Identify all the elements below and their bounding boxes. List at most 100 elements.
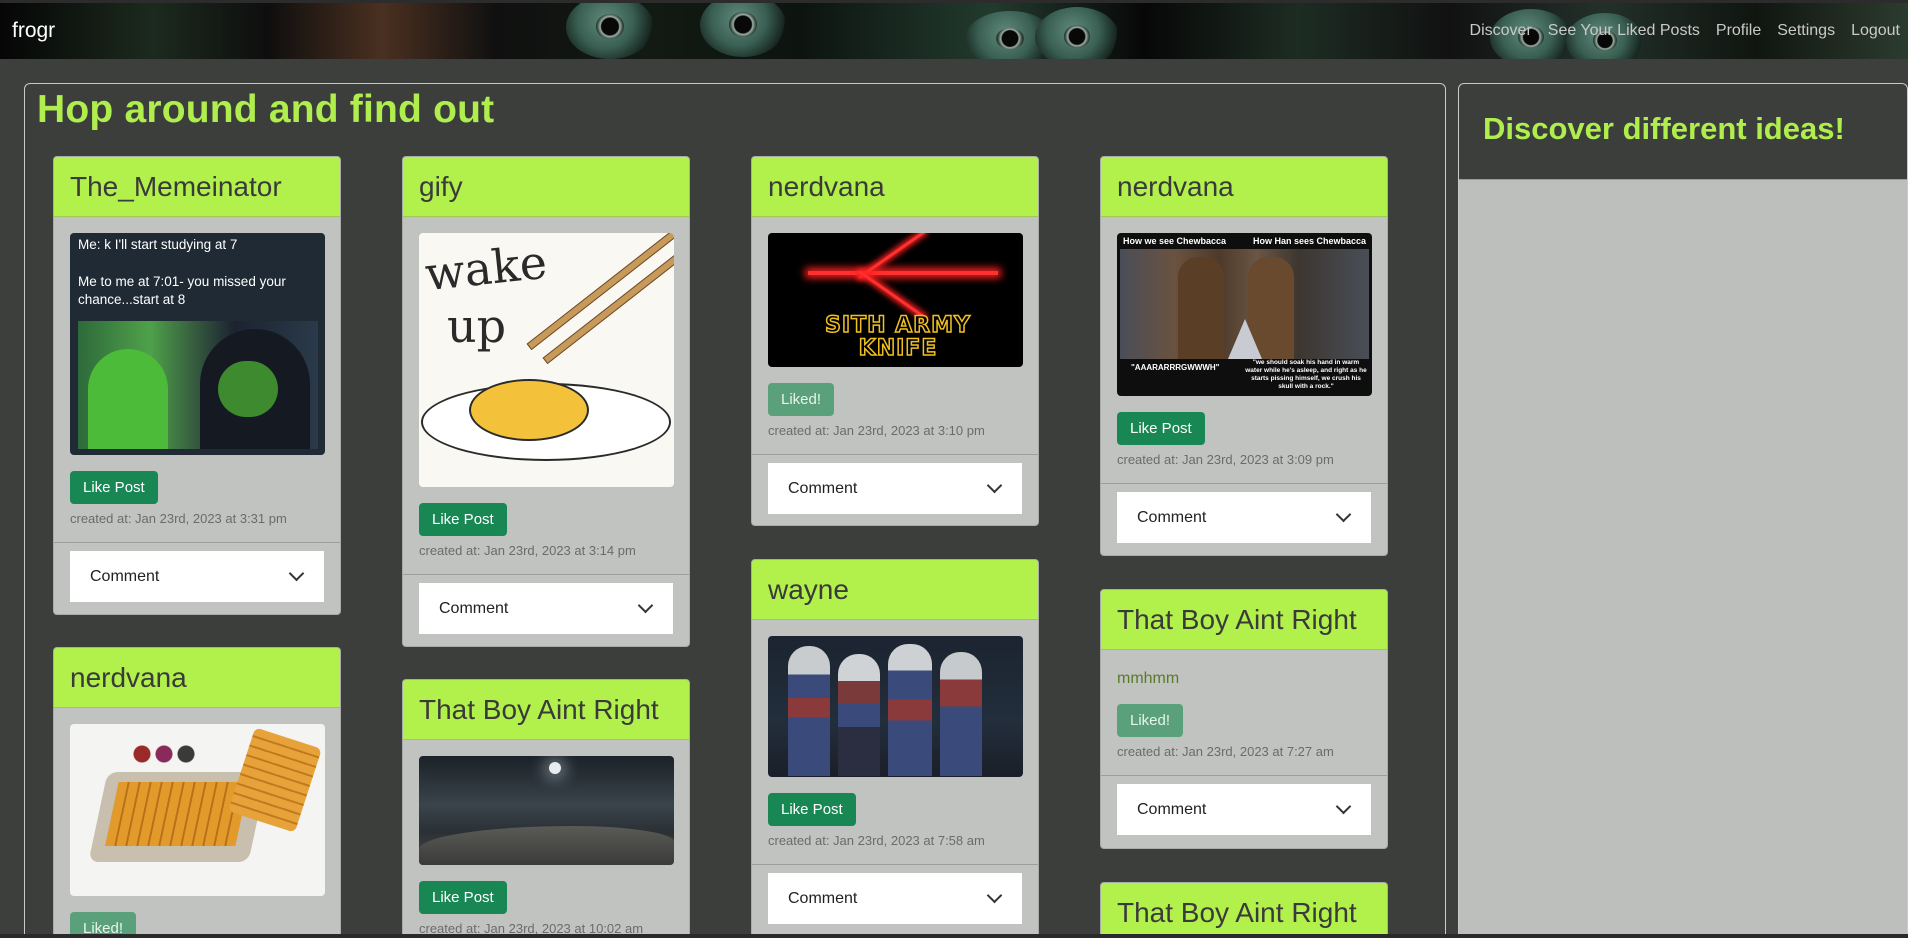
post-card: That Boy Aint Right [1100, 882, 1388, 938]
kermit-figure [88, 349, 168, 449]
comment-dropdown[interactable]: Comment [70, 551, 324, 602]
post-card: nerdvana Liked! [53, 647, 341, 938]
comment-dropdown[interactable]: Comment [1117, 492, 1371, 543]
chevron-down-icon [1335, 513, 1351, 523]
brand-logo[interactable]: frogr [12, 19, 55, 43]
post-card: That Boy Aint Right mmhmm Liked! created… [1100, 589, 1388, 849]
post-username: That Boy Aint Right [1101, 883, 1387, 938]
moon [549, 762, 561, 774]
gif-text-up: up [447, 299, 507, 353]
dark-kermit-face [218, 361, 278, 417]
meme-caption-line: Me to me at 7:01- you missed your chance… [78, 274, 286, 307]
frog-banner-image [1035, 7, 1119, 59]
window-bottom-edge [0, 934, 1908, 938]
nav-links: Discover See Your Liked Posts Profile Se… [1470, 22, 1900, 40]
like-post-button[interactable]: Like Post [1117, 412, 1205, 445]
post-username: nerdvana [752, 157, 1038, 217]
like-post-button[interactable]: Like Post [768, 793, 856, 826]
chewbacca-caption: "AAARARRRGWWWH" [1131, 363, 1220, 372]
like-post-button[interactable]: Like Post [419, 503, 507, 536]
masked-figure [940, 652, 982, 776]
chevron-down-icon [288, 572, 304, 582]
chewbacca-caption: "we should soak his hand in warm water w… [1245, 359, 1367, 390]
comment-label: Comment [788, 479, 858, 497]
nav-settings-link[interactable]: Settings [1777, 22, 1835, 40]
chevron-down-icon [1335, 805, 1351, 815]
masked-figure [888, 644, 932, 776]
post-username: nerdvana [54, 648, 340, 708]
comment-label: Comment [788, 889, 858, 907]
masked-figure [788, 646, 830, 776]
gif-text-wake: wake [422, 234, 550, 302]
liked-button[interactable]: Liked! [1117, 704, 1184, 737]
post-card: That Boy Aint Right Like Post created at… [402, 679, 690, 938]
post-username: wayne [752, 560, 1038, 620]
post-username: That Boy Aint Right [403, 680, 689, 740]
frog-banner-image [700, 3, 786, 57]
chewbacca-scene [1120, 249, 1369, 359]
post-created-at: created at: Jan 23rd, 2023 at 3:31 pm [70, 511, 287, 526]
chewbacca-caption: How Han sees Chewbacca [1253, 236, 1367, 246]
navbar: frogr Discover See Your Liked Posts Prof… [0, 3, 1908, 59]
comment-label: Comment [90, 567, 160, 585]
comment-dropdown[interactable]: Comment [768, 873, 1022, 924]
chewbacca-figure [1178, 257, 1224, 359]
post-image-chewbacca: How we see Chewbacca How Han sees Chewba… [1117, 233, 1372, 396]
post-created-at: created at: Jan 23rd, 2023 at 7:27 am [1117, 744, 1334, 759]
like-post-button[interactable]: Like Post [70, 471, 158, 504]
post-created-at: created at: Jan 23rd, 2023 at 3:10 pm [768, 423, 985, 438]
lightsaber-blades [808, 271, 998, 275]
post-username: nerdvana [1101, 157, 1387, 217]
post-card: nerdvana How we see Chewbacca How Han se… [1100, 156, 1388, 556]
post-created-at: created at: Jan 23rd, 2023 at 7:58 am [768, 833, 985, 848]
dunes [419, 826, 674, 865]
comment-dropdown[interactable]: Comment [768, 463, 1022, 514]
post-image-gudetama: wake up [419, 233, 674, 487]
nav-profile-link[interactable]: Profile [1716, 22, 1761, 40]
egg-yolk [469, 379, 589, 441]
post-card: nerdvana SITH ARMY KNIFE Liked! created … [751, 156, 1039, 526]
post-image-night-desert [419, 756, 674, 865]
lightsaber-blades [858, 270, 926, 319]
chopstick [526, 233, 674, 351]
chewbacca-caption: How we see Chewbacca [1123, 236, 1227, 246]
post-image-meme: Me: k I'll start studying at 7 Me to me … [70, 233, 325, 455]
post-text: mmhmm [1117, 670, 1180, 687]
nav-discover-link[interactable]: Discover [1470, 22, 1532, 40]
post-created-at: created at: Jan 23rd, 2023 at 3:09 pm [1117, 452, 1334, 467]
chevron-down-icon [986, 894, 1002, 904]
post-card: wayne Like Post created at: Jan 23rd, 20… [751, 559, 1039, 938]
syrup-jars [132, 744, 202, 764]
chevron-down-icon [637, 604, 653, 614]
post-image-waffle-keyboard [70, 724, 325, 896]
kermit-image [78, 321, 318, 449]
masked-figure [838, 654, 880, 776]
post-image-sith-army-knife: SITH ARMY KNIFE [768, 233, 1023, 367]
comment-label: Comment [1137, 800, 1207, 818]
post-card: The_Memeinator Me: k I'll start studying… [53, 156, 341, 615]
comment-dropdown[interactable]: Comment [1117, 784, 1371, 835]
nav-liked-posts-link[interactable]: See Your Liked Posts [1548, 22, 1700, 40]
liked-button[interactable]: Liked! [768, 383, 835, 416]
comment-label: Comment [1137, 508, 1207, 526]
post-username: The_Memeinator [54, 157, 340, 217]
chevron-down-icon [986, 484, 1002, 494]
post-username: That Boy Aint Right [1101, 590, 1387, 650]
like-post-button[interactable]: Like Post [419, 881, 507, 914]
nav-logout-link[interactable]: Logout [1851, 22, 1900, 40]
waffle-keyboard-keys [105, 782, 249, 846]
knife-text-line: SITH ARMY [824, 312, 971, 339]
frog-banner-image [566, 3, 654, 59]
post-username: gify [403, 157, 689, 217]
meme-caption-line: Me: k I'll start studying at 7 [78, 237, 238, 252]
post-created-at: created at: Jan 23rd, 2023 at 3:14 pm [419, 543, 636, 558]
comment-dropdown[interactable]: Comment [419, 583, 673, 634]
page-title: Hop around and find out [37, 88, 495, 131]
sidebar-header: Discover different ideas! [1459, 84, 1907, 180]
comment-label: Comment [439, 599, 509, 617]
discover-sidebar: Discover different ideas! [1458, 83, 1908, 938]
knife-text-line: KNIFE [858, 335, 938, 362]
sidebar-title: Discover different ideas! [1483, 111, 1845, 146]
post-image-masked-figures [768, 636, 1023, 777]
post-card: gify wake up Like Post created at: Jan 2… [402, 156, 690, 647]
